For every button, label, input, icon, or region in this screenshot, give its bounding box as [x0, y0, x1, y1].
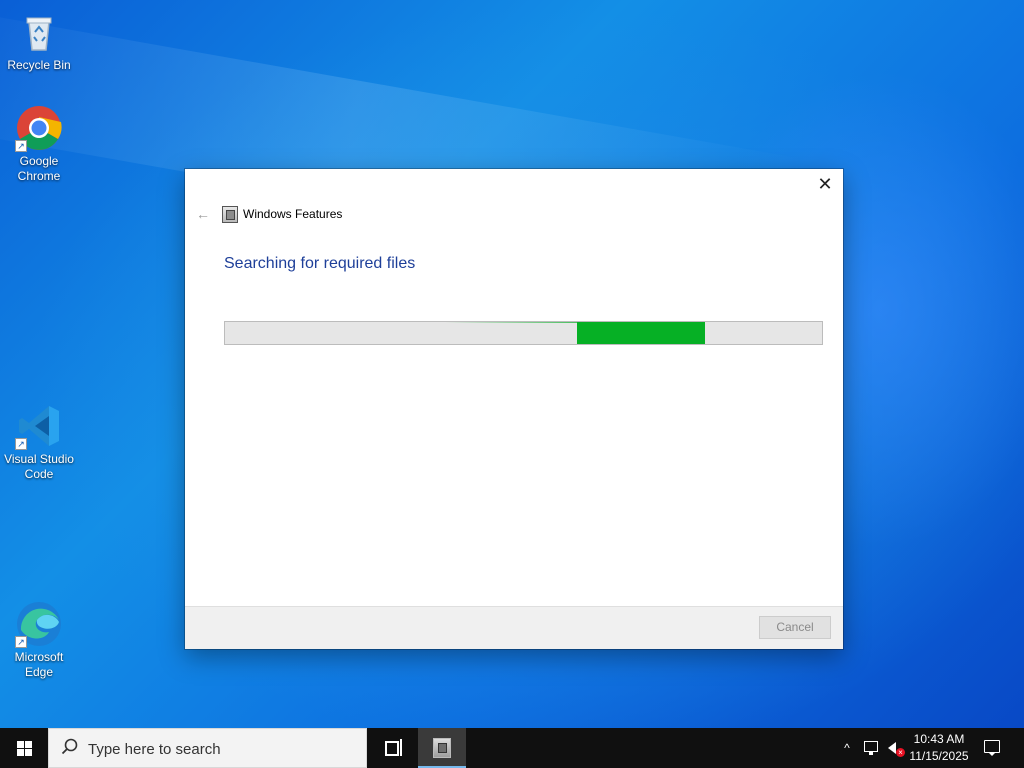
desktop-icon-chrome[interactable]: ↗ Google Chrome	[1, 104, 77, 184]
taskbar: Type here to search ^ × 10:43 AM 11/15/2…	[0, 728, 1024, 768]
network-icon[interactable]	[860, 728, 882, 768]
windows-features-icon	[433, 738, 451, 758]
edge-icon: ↗	[15, 600, 63, 648]
recycle-bin-icon	[15, 8, 63, 56]
clock-date: 11/15/2025	[909, 749, 969, 763]
task-view-icon	[385, 741, 399, 756]
clock-time: 10:43 AM	[913, 732, 965, 746]
shortcut-arrow-icon: ↗	[15, 636, 27, 648]
windows-features-icon	[222, 206, 238, 223]
progress-indicator	[577, 322, 705, 344]
search-input[interactable]: Type here to search	[48, 728, 367, 768]
cancel-button[interactable]: Cancel	[759, 616, 831, 639]
desktop-icon-label: Visual Studio Code	[4, 452, 74, 481]
back-arrow-icon[interactable]: ←	[193, 205, 213, 223]
desktop-icon-edge[interactable]: ↗ Microsoft Edge	[1, 600, 77, 680]
window-title: Windows Features	[243, 207, 343, 221]
windows-features-dialog: ✕ ← Windows Features Searching for requi…	[185, 169, 843, 649]
chrome-icon: ↗	[15, 104, 63, 152]
status-heading: Searching for required files	[224, 255, 416, 272]
vscode-icon: ↗	[15, 402, 63, 450]
desktop-icon-vscode[interactable]: ↗ Visual Studio Code	[1, 402, 77, 482]
progress-bar	[224, 321, 823, 345]
show-hidden-icons-chevron-icon[interactable]: ^	[837, 728, 857, 768]
volume-muted-icon[interactable]: ×	[884, 728, 906, 768]
task-view-icon-bar	[400, 739, 402, 756]
progress-trail	[445, 322, 577, 323]
start-button[interactable]	[0, 728, 48, 768]
desktop-icon-label: Microsoft Edge	[14, 650, 64, 679]
desktop-icon-recycle-bin[interactable]: Recycle Bin	[1, 8, 77, 73]
clock[interactable]: 10:43 AM 11/15/2025	[906, 731, 972, 765]
task-view-button[interactable]	[372, 728, 412, 768]
search-placeholder: Type here to search	[88, 741, 221, 758]
notifications-icon[interactable]	[980, 728, 1004, 768]
desktop-icon-label: Google Chrome	[17, 154, 61, 183]
shortcut-arrow-icon: ↗	[15, 140, 27, 152]
shortcut-arrow-icon: ↗	[15, 438, 27, 450]
search-icon	[61, 738, 81, 758]
dialog-footer: Cancel	[185, 606, 843, 649]
desktop-icon-label: Recycle Bin	[7, 58, 71, 72]
taskbar-app-windows-features[interactable]	[418, 728, 466, 768]
windows-logo-icon	[17, 741, 32, 756]
close-button[interactable]: ✕	[811, 173, 839, 195]
